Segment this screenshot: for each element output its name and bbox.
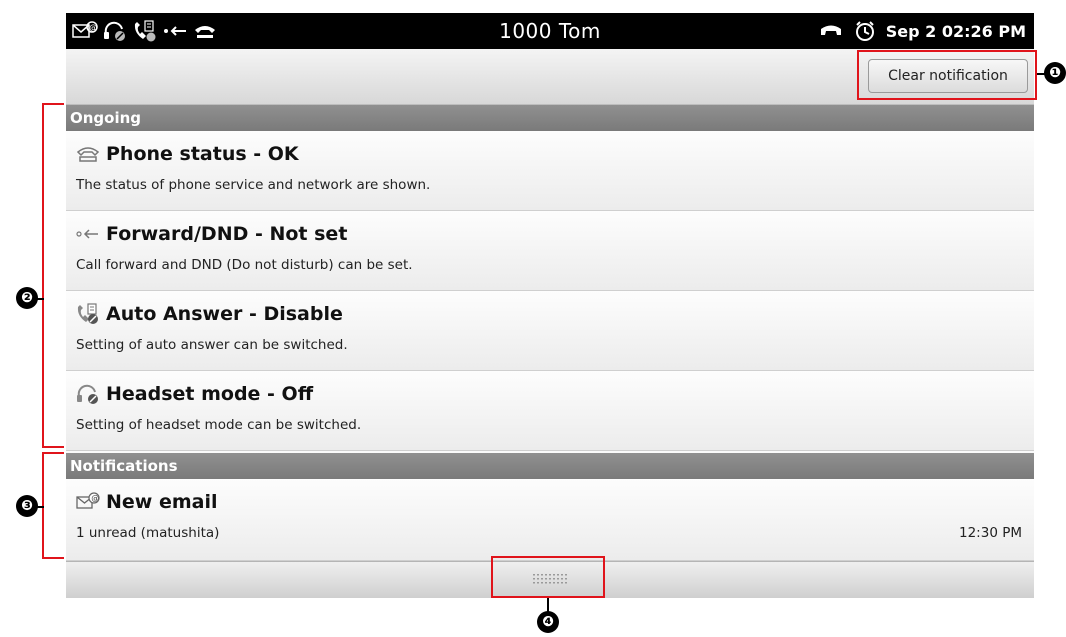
- phone-status-icon: [76, 143, 100, 165]
- list-item-new-email[interactable]: @ New email 1 unread (matushita) 12:30 P…: [66, 479, 1034, 561]
- item-title-row: Headset mode - Off: [76, 383, 313, 405]
- item-title: Headset mode - Off: [106, 383, 314, 405]
- auto-answer-icon: [76, 303, 100, 325]
- list-item-auto-answer[interactable]: Auto Answer - Disable Setting of auto an…: [66, 291, 1034, 371]
- list-item-forward-dnd[interactable]: Forward/DND - Not set Call forward and D…: [66, 211, 1034, 291]
- item-description: 1 unread (matushita): [76, 525, 220, 541]
- item-description: The status of phone service and network …: [76, 177, 431, 193]
- callout-badge-1: ❶: [1044, 62, 1066, 84]
- item-title-row: @ New email: [76, 491, 218, 513]
- callout-badge-3: ❸: [16, 495, 38, 517]
- callout-box-1: [857, 50, 1037, 100]
- list-item-headset-mode[interactable]: Headset mode - Off Setting of headset mo…: [66, 371, 1034, 451]
- callout-badge-2: ❷: [16, 287, 38, 309]
- item-description: Call forward and DND (Do not disturb) ca…: [76, 257, 413, 273]
- callout-line-4: [547, 598, 549, 612]
- item-timestamp: 12:30 PM: [959, 525, 1022, 541]
- headset-icon: [76, 383, 100, 405]
- callout-bracket-2: [42, 103, 64, 448]
- notification-panel: @ 1000 Tom Sep 2 02:26 PM Clear notifica…: [66, 13, 1034, 598]
- item-title-row: Forward/DND - Not set: [76, 223, 347, 245]
- callout-badge-4: ❹: [537, 611, 559, 633]
- item-title: New email: [106, 491, 218, 513]
- item-title-row: Phone status - OK: [76, 143, 299, 165]
- list-item-phone-status[interactable]: Phone status - OK The status of phone se…: [66, 131, 1034, 211]
- svg-text:@: @: [91, 494, 99, 503]
- email-icon: @: [76, 491, 100, 513]
- section-header-notifications: Notifications: [66, 453, 1034, 479]
- item-title-row: Auto Answer - Disable: [76, 303, 343, 325]
- item-title: Auto Answer - Disable: [106, 303, 343, 325]
- item-description: Setting of headset mode can be switched.: [76, 417, 362, 433]
- item-title: Phone status - OK: [106, 143, 299, 165]
- section-header-ongoing: Ongoing: [66, 105, 1034, 131]
- status-bar-datetime: Sep 2 02:26 PM: [885, 21, 1026, 41]
- alarm-clock-icon: [852, 19, 878, 43]
- phone-handset-icon: [818, 19, 844, 43]
- status-bar-right: Sep 2 02:26 PM: [818, 17, 1026, 45]
- status-bar: @ 1000 Tom Sep 2 02:26 PM: [66, 13, 1034, 49]
- callout-box-4: [491, 556, 605, 598]
- item-title: Forward/DND - Not set: [106, 223, 348, 245]
- item-description: Setting of auto answer can be switched.: [76, 337, 348, 353]
- forward-dnd-icon: [76, 223, 100, 245]
- callout-bracket-3: [42, 452, 64, 559]
